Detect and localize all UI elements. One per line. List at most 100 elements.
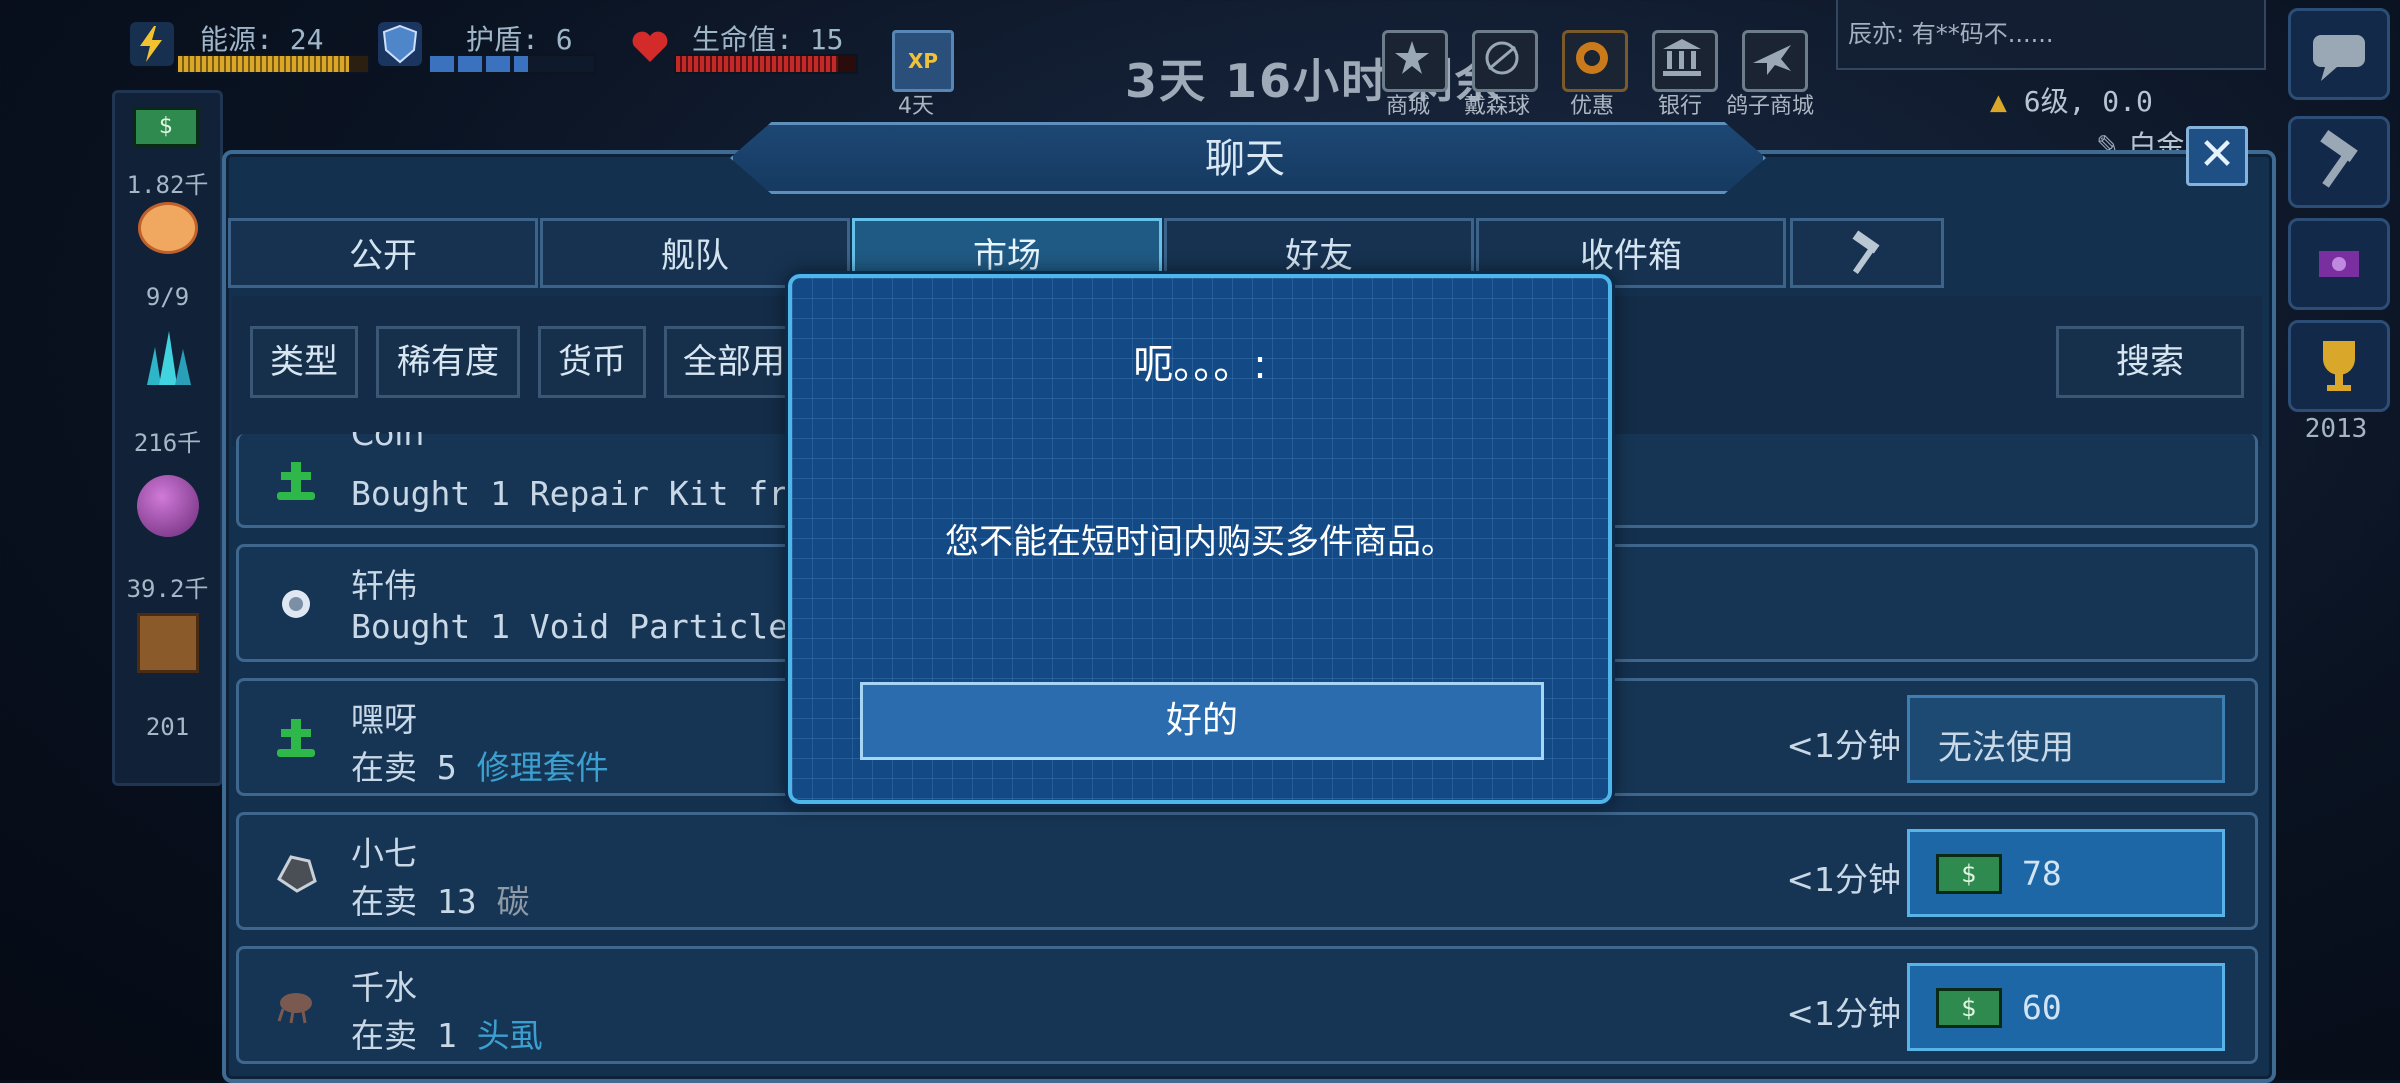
- tab-craft[interactable]: [1790, 218, 1944, 288]
- sphere-icon: [1485, 41, 1519, 75]
- repair-kit-icon: [269, 711, 323, 765]
- xp-days-label: 4天: [898, 94, 934, 119]
- crew-value: 9/9: [145, 283, 190, 311]
- leaderboard-button[interactable]: [2288, 320, 2390, 412]
- bank-button[interactable]: [1652, 30, 1718, 92]
- deals-button[interactable]: [1562, 30, 1628, 92]
- shield-bar: [428, 54, 596, 74]
- filter-usable-button[interactable]: 全部用: [664, 326, 804, 398]
- level-text: 6级, 0.0: [2023, 85, 2153, 118]
- row-seller: 嘿呀: [351, 700, 417, 739]
- bank-icon: [1663, 39, 1701, 76]
- void-particle-icon: [269, 577, 323, 631]
- dialog-title: 呃。。。:: [1133, 342, 1267, 388]
- row-item-link[interactable]: 头虱: [477, 1016, 543, 1055]
- life-label: 生命值: 15: [692, 23, 844, 56]
- level-label: ▲ 6级, 0.0: [1990, 80, 2153, 120]
- chat-title: 聊天: [1205, 136, 1285, 182]
- row-seller: 轩伟: [351, 566, 417, 605]
- crew-icon[interactable]: [141, 205, 195, 251]
- heart-icon: [628, 24, 672, 68]
- price-label: 60: [2022, 988, 2062, 1027]
- row-description: 在卖 5 修理套件: [351, 741, 609, 789]
- hammer-icon: [2320, 129, 2358, 188]
- row-quantity: 在卖 1: [351, 1016, 457, 1055]
- row-quantity: 在卖 13: [351, 882, 477, 921]
- list-item[interactable]: 千水 在卖 1 头虱 <1分钟 $ 60: [236, 946, 2258, 1064]
- hammer-icon: [1852, 230, 1880, 275]
- chat-preview[interactable]: 辰亦: 有**码不......: [1836, 0, 2266, 70]
- row-description: Bought 1 Void Particle: [351, 607, 789, 646]
- crystal-value: 216千: [133, 429, 202, 457]
- list-item[interactable]: 小七 在卖 13 碳 <1分钟 $ 78: [236, 812, 2258, 930]
- row-description: Bought 1 Repair Kit fro: [351, 474, 808, 513]
- search-button[interactable]: 搜索: [2056, 326, 2244, 398]
- dyson-sphere-button[interactable]: [1472, 30, 1538, 92]
- money-icon[interactable]: $: [133, 107, 199, 147]
- shield-icon: [378, 22, 422, 66]
- row-seller: 千水: [351, 968, 417, 1007]
- nav-label-deals: 优惠: [1570, 94, 1615, 119]
- row-time: <1分钟: [1786, 860, 1901, 899]
- premium-ticket-icon: [2319, 251, 2359, 277]
- money-icon: $: [1936, 988, 2002, 1028]
- shield-label: 护盾: 6: [466, 23, 573, 56]
- crystal-icon[interactable]: [137, 327, 199, 387]
- unavailable-label: 无法使用: [1938, 728, 2074, 768]
- shop-button[interactable]: [1382, 30, 1448, 92]
- nav-label-dyson: 戴森球: [1464, 94, 1531, 119]
- row-quantity: 在卖 5: [351, 748, 457, 787]
- money-icon: $: [1936, 854, 2002, 894]
- cargo-value: 201: [145, 713, 190, 741]
- carbon-icon: [269, 845, 323, 899]
- buy-button[interactable]: $ 60: [1907, 963, 2225, 1051]
- row-item-link[interactable]: 修理套件: [477, 748, 609, 787]
- shield-stat: 护盾: 6: [378, 14, 608, 74]
- nav-label-pigeon: 鸽子商城: [1726, 94, 1815, 119]
- life-stat: 生命值: 15: [628, 14, 868, 74]
- energy-stat: 能源: 24: [124, 14, 374, 74]
- money-value: 1.82千: [126, 171, 209, 199]
- unavailable-button: 无法使用: [1907, 695, 2225, 783]
- chat-bubble-icon: [2313, 35, 2365, 81]
- filter-currency-button[interactable]: 货币: [538, 326, 646, 398]
- error-dialog: 呃。。。: 您不能在短时间内购买多件商品。 好的: [788, 274, 1612, 804]
- premium-button[interactable]: [2288, 218, 2390, 310]
- deal-icon: [1576, 42, 1608, 74]
- nav-label-bank: 银行: [1658, 94, 1703, 119]
- trophy-icon: [2323, 341, 2355, 391]
- row-time: <1分钟: [1786, 994, 1901, 1033]
- level-icon: ▲: [1990, 85, 2007, 118]
- energy-bar: [176, 54, 370, 74]
- life-bar: [674, 54, 858, 74]
- price-label: 78: [2022, 854, 2062, 893]
- filter-rarity-button[interactable]: 稀有度: [376, 326, 520, 398]
- row-time: <1分钟: [1786, 726, 1901, 765]
- nav-label-shop: 商城: [1386, 94, 1431, 119]
- resource-column: $ 1.82千 9/9 216千 39.2千 201: [112, 90, 223, 786]
- trophy-value: 2013: [2304, 414, 2368, 444]
- energy-label: 能源: 24: [200, 23, 324, 56]
- filter-type-button[interactable]: 类型: [250, 326, 358, 398]
- dialog-message: 您不能在短时间内购买多件商品。: [945, 522, 1455, 562]
- cargo-icon[interactable]: [137, 613, 199, 673]
- ok-button[interactable]: 好的: [860, 682, 1544, 760]
- pigeon-shop-button[interactable]: [1742, 30, 1808, 92]
- chat-button[interactable]: [2288, 8, 2390, 100]
- lightning-icon: [130, 22, 174, 66]
- row-seller: 小七: [351, 834, 417, 873]
- star-icon: [1395, 41, 1429, 74]
- row-description: 在卖 1 头虱: [351, 1009, 543, 1057]
- row-description: 在卖 13 碳: [351, 875, 529, 923]
- row-item-link[interactable]: 碳: [496, 882, 529, 921]
- louse-icon: [269, 979, 323, 1033]
- orb-value: 39.2千: [126, 575, 209, 603]
- craft-button[interactable]: [2288, 116, 2390, 208]
- plane-icon: [1753, 45, 1791, 75]
- orb-icon[interactable]: [137, 475, 199, 537]
- tab-public[interactable]: 公开: [228, 218, 538, 288]
- repair-kit-icon: [269, 454, 323, 508]
- xp-badge[interactable]: XP: [892, 30, 954, 92]
- buy-button[interactable]: $ 78: [1907, 829, 2225, 917]
- close-button[interactable]: ✕: [2186, 126, 2248, 186]
